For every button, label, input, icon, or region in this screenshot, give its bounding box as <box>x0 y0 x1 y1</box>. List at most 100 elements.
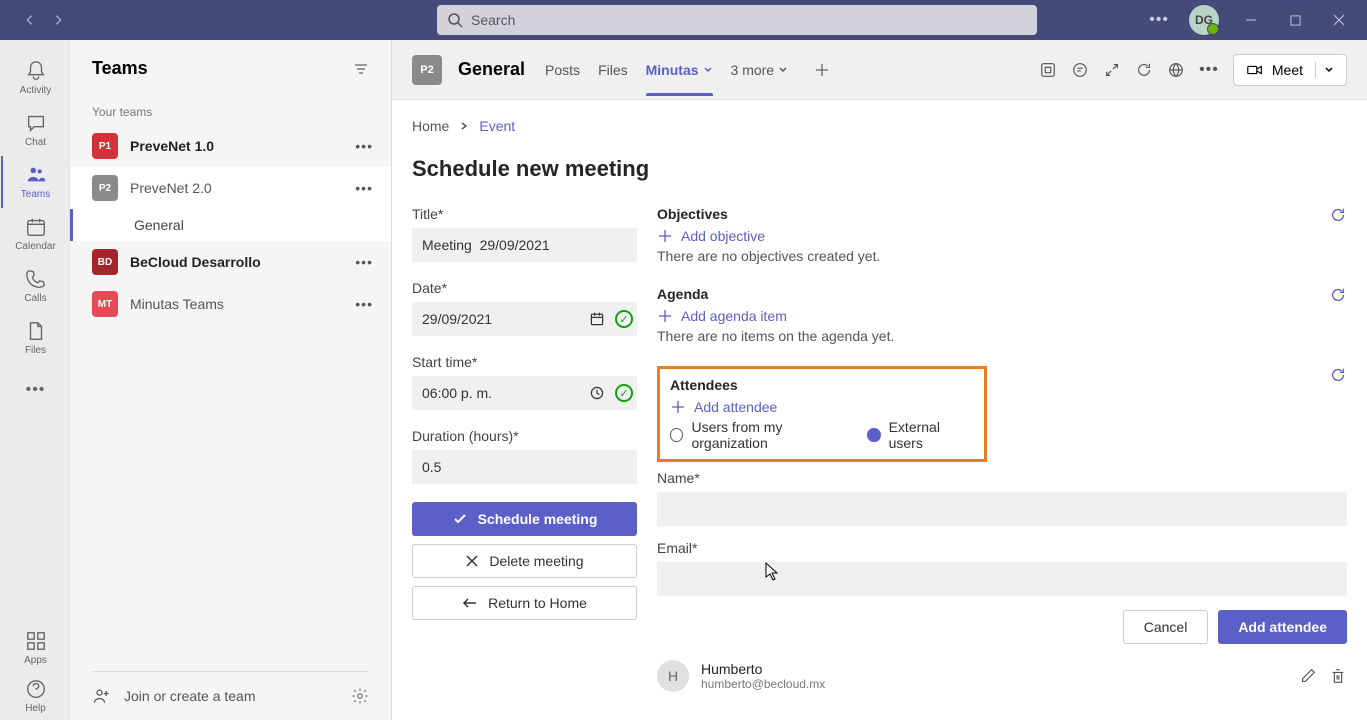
agenda-refresh[interactable] <box>1329 286 1347 309</box>
minimize-button[interactable] <box>1231 0 1271 40</box>
team-name: Minutas Teams <box>130 296 343 312</box>
bell-icon <box>25 60 47 82</box>
header-more-button[interactable]: ••• <box>1199 61 1219 79</box>
edit-icon[interactable] <box>1299 667 1317 685</box>
tab-posts[interactable]: Posts <box>545 44 580 96</box>
team-avatar: P1 <box>92 133 118 159</box>
maximize-button[interactable] <box>1275 0 1315 40</box>
meet-button[interactable]: Meet <box>1233 54 1347 86</box>
title-input[interactable] <box>412 228 637 262</box>
objectives-refresh[interactable] <box>1329 206 1347 229</box>
date-picker-icon[interactable] <box>585 311 609 327</box>
breadcrumb-home[interactable]: Home <box>412 118 449 134</box>
teams-icon <box>25 164 47 186</box>
trash-icon[interactable] <box>1329 667 1347 685</box>
cancel-button[interactable]: Cancel <box>1123 610 1209 644</box>
left-rail: Activity Chat Teams Calendar Calls Files… <box>0 40 70 720</box>
refresh-button[interactable] <box>1135 61 1153 79</box>
user-avatar[interactable]: DG <box>1189 5 1219 35</box>
tab-more[interactable]: 3 more <box>731 44 789 96</box>
rail-more[interactable]: ••• <box>1 364 69 416</box>
valid-icon: ✓ <box>615 310 633 328</box>
close-button[interactable] <box>1319 0 1359 40</box>
delete-button[interactable]: Delete meeting <box>412 544 637 578</box>
add-agenda-link[interactable]: Add agenda item <box>657 308 1329 324</box>
back-button[interactable] <box>16 6 44 34</box>
close-icon <box>465 554 479 568</box>
globe-button[interactable] <box>1167 61 1185 79</box>
chevron-right-icon <box>459 121 469 131</box>
chat-panel-button[interactable] <box>1071 61 1089 79</box>
search-input[interactable]: Search <box>437 5 1037 35</box>
objectives-empty: There are no objectives created yet. <box>657 248 1329 264</box>
search-icon <box>447 12 463 28</box>
add-tab-button[interactable] <box>814 62 830 78</box>
radio-external-users[interactable]: External users <box>867 419 974 451</box>
help-icon <box>25 678 47 700</box>
duration-input[interactable] <box>412 450 637 484</box>
rail-files[interactable]: Files <box>1 312 69 364</box>
team-more-button[interactable]: ••• <box>355 254 373 270</box>
channel-avatar: P2 <box>412 55 442 85</box>
history-nav <box>8 6 80 34</box>
team-name: PreveNet 1.0 <box>130 138 343 154</box>
rail-chat[interactable]: Chat <box>1 104 69 156</box>
valid-icon: ✓ <box>615 384 633 402</box>
time-picker-icon[interactable] <box>585 385 609 401</box>
teams-panel: Teams Your teams P1 PreveNet 1.0 ••• P2 … <box>70 40 392 720</box>
team-becloud[interactable]: BD BeCloud Desarrollo ••• <box>70 241 391 283</box>
return-button[interactable]: Return to Home <box>412 586 637 620</box>
team-more-button[interactable]: ••• <box>355 138 373 154</box>
team-more-button[interactable]: ••• <box>355 296 373 312</box>
channel-general[interactable]: General <box>70 209 391 241</box>
plus-icon <box>657 228 673 244</box>
team-minutas[interactable]: MT Minutas Teams ••• <box>70 283 391 325</box>
attendee-email: humberto@becloud.mx <box>701 677 1287 691</box>
add-attendee-link[interactable]: Add attendee <box>670 399 974 415</box>
team-name: BeCloud Desarrollo <box>130 254 343 270</box>
add-attendee-button[interactable]: Add attendee <box>1218 610 1347 644</box>
rail-teams[interactable]: Teams <box>1 156 69 208</box>
teams-panel-title: Teams <box>92 58 148 79</box>
expand-button[interactable] <box>1103 61 1121 79</box>
breadcrumb: Home Event <box>412 118 1347 134</box>
phone-icon <box>25 268 47 290</box>
objectives-title: Objectives <box>657 206 1329 222</box>
team-more-button[interactable]: ••• <box>355 180 373 196</box>
page-title: Schedule new meeting <box>412 156 1347 182</box>
filter-icon[interactable] <box>353 61 369 77</box>
schedule-button[interactable]: Schedule meeting <box>412 502 637 536</box>
attendee-name-input[interactable] <box>657 492 1347 526</box>
tab-files[interactable]: Files <box>598 44 628 96</box>
rail-calendar[interactable]: Calendar <box>1 208 69 260</box>
team-avatar: P2 <box>92 175 118 201</box>
chevron-down-icon <box>778 65 788 75</box>
attendee-email-input[interactable] <box>657 562 1347 596</box>
titlebar: Search ••• DG <box>0 0 1367 40</box>
forward-button[interactable] <box>44 6 72 34</box>
more-icon: ••• <box>26 381 46 399</box>
titlebar-more-button[interactable]: ••• <box>1141 11 1177 29</box>
team-prevenet1[interactable]: P1 PreveNet 1.0 ••• <box>70 125 391 167</box>
rail-help[interactable]: Help <box>1 672 69 720</box>
team-name: PreveNet 2.0 <box>130 180 343 196</box>
calendar-icon <box>25 216 47 238</box>
join-create-link[interactable]: Join or create a team <box>124 688 256 704</box>
radio-icon <box>670 428 683 442</box>
add-objective-link[interactable]: Add objective <box>657 228 1329 244</box>
chevron-down-icon <box>703 65 713 75</box>
attendee-avatar: H <box>657 660 689 692</box>
tab-minutas[interactable]: Minutas <box>646 44 713 96</box>
open-in-app-button[interactable] <box>1039 61 1057 79</box>
attendees-refresh[interactable] <box>1329 366 1347 389</box>
main-area: P2 General Posts Files Minutas 3 more <box>392 40 1367 720</box>
agenda-empty: There are no items on the agenda yet. <box>657 328 1329 344</box>
radio-org-users[interactable]: Users from my organization <box>670 419 855 451</box>
gear-icon[interactable] <box>351 687 369 705</box>
team-prevenet2[interactable]: P2 PreveNet 2.0 ••• <box>70 167 391 209</box>
rail-calls[interactable]: Calls <box>1 260 69 312</box>
rail-activity[interactable]: Activity <box>1 52 69 104</box>
team-avatar: BD <box>92 249 118 275</box>
radio-icon <box>867 428 880 442</box>
rail-apps[interactable]: Apps <box>1 624 69 672</box>
